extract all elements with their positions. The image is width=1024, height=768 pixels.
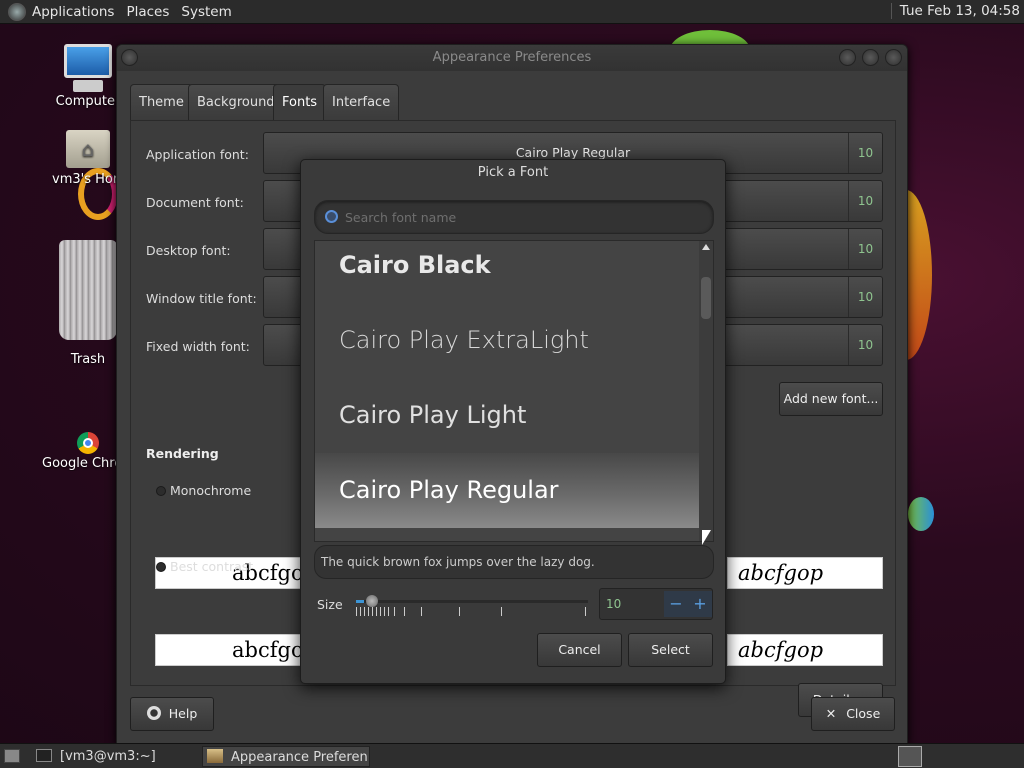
size-label: Size xyxy=(317,597,343,612)
menu-system[interactable]: System xyxy=(181,4,231,20)
best-contrast-preview-left: abcfgop xyxy=(155,634,317,666)
tab-interface[interactable]: Interface xyxy=(323,84,400,120)
show-desktop-icon[interactable] xyxy=(4,749,20,763)
font-size: 10 xyxy=(848,325,882,365)
slider-fill xyxy=(356,600,364,603)
window-menu-button[interactable] xyxy=(121,49,138,66)
scroll-thumb[interactable] xyxy=(701,277,711,319)
desktop-font-label: Desktop font: xyxy=(146,243,231,258)
window-title-font-label: Window title font: xyxy=(146,291,257,306)
best-contrast-radio[interactable] xyxy=(156,562,166,572)
slider-handle[interactable] xyxy=(366,595,378,607)
select-button[interactable]: Select xyxy=(628,633,713,667)
size-slider[interactable] xyxy=(356,590,588,620)
font-list-item[interactable]: Cairo Play Light xyxy=(315,378,700,453)
size-spinbutton[interactable]: 10 − + xyxy=(599,588,713,620)
desktop-icon-label: vm3's Home xyxy=(52,172,116,187)
task-label: Appearance Preferen... xyxy=(231,750,370,765)
pick-a-font-dialog: Pick a Font Search font name Cairo Black… xyxy=(300,159,726,684)
font-name: Cairo Play Regular xyxy=(515,145,631,160)
font-size: 10 xyxy=(848,229,882,269)
application-font-label: Application font: xyxy=(146,147,249,162)
slider-track xyxy=(356,600,588,603)
search-placeholder: Search font name xyxy=(345,210,457,225)
home-folder-icon: ⌂ xyxy=(66,130,110,168)
font-list-item[interactable]: Cairo Play ExtraLight xyxy=(315,303,700,378)
mouse-cursor-icon xyxy=(702,530,711,545)
close-window-button[interactable] xyxy=(885,49,902,66)
best-contrast-label: Best contrast xyxy=(170,559,254,574)
desktop-icon-label: Google Chrome xyxy=(42,456,118,471)
help-icon xyxy=(146,706,161,720)
size-value[interactable]: 10 xyxy=(606,597,621,611)
add-new-font-button[interactable]: Add new font... xyxy=(779,382,883,416)
document-font-label: Document font: xyxy=(146,195,244,210)
scroll-up-arrow-icon[interactable] xyxy=(702,244,710,250)
fixed-width-font-label: Fixed width font: xyxy=(146,339,250,354)
decrease-size-button[interactable]: − xyxy=(664,591,688,617)
slider-ticks xyxy=(356,607,390,616)
monochrome-label: Monochrome xyxy=(170,483,252,498)
search-font-input[interactable]: Search font name xyxy=(314,200,714,234)
slider-ticks xyxy=(394,607,594,616)
font-size: 10 xyxy=(848,277,882,317)
font-size: 10 xyxy=(848,133,882,173)
workspace-switcher-icon[interactable] xyxy=(898,746,922,767)
font-list-item-selected[interactable]: Cairo Play Regular xyxy=(315,453,700,528)
monochrome-radio[interactable] xyxy=(156,486,166,496)
font-size: 10 xyxy=(848,181,882,221)
minimize-button[interactable] xyxy=(839,49,856,66)
chrome-icon xyxy=(77,432,99,454)
taskbar-appearance-preferences[interactable]: Appearance Preferen... xyxy=(202,746,370,767)
tab-theme[interactable]: Theme xyxy=(130,84,193,120)
close-icon: ✕ xyxy=(825,706,837,721)
taskbar-terminal[interactable]: [vm3@vm3:~] xyxy=(36,746,196,767)
increase-size-button[interactable]: + xyxy=(688,591,712,617)
bottom-taskbar: [vm3@vm3:~] Appearance Preferen... xyxy=(0,743,1024,768)
gnome-foot-icon[interactable] xyxy=(8,2,26,21)
top-panel: Applications Places System Tue Feb 13, 0… xyxy=(0,0,1024,24)
computer-icon xyxy=(64,44,112,78)
help-label: Help xyxy=(168,706,198,721)
computer-stand-icon xyxy=(73,80,103,92)
best-contrast-preview-right: abcfgop xyxy=(727,634,883,666)
tab-background[interactable]: Background xyxy=(188,84,284,120)
font-preview-sample[interactable]: The quick brown fox jumps over the lazy … xyxy=(314,545,714,579)
help-button[interactable]: Help xyxy=(130,697,214,731)
background-blob xyxy=(908,497,934,531)
font-list-scrollbar[interactable] xyxy=(699,241,713,541)
font-list-item[interactable]: Cairo Black xyxy=(315,241,700,303)
close-button[interactable]: ✕ Close xyxy=(811,697,895,731)
rendering-heading: Rendering xyxy=(146,446,219,461)
font-list[interactable]: Cairo Black Cairo Play ExtraLight Cairo … xyxy=(314,240,714,542)
search-icon xyxy=(325,210,338,223)
monochrome-preview-right: abcfgop xyxy=(727,557,883,589)
maximize-button[interactable] xyxy=(862,49,879,66)
window-title[interactable]: Appearance Preferences xyxy=(117,45,907,71)
terminal-icon xyxy=(36,749,52,762)
dialog-title[interactable]: Pick a Font xyxy=(301,160,725,186)
menu-applications[interactable]: Applications xyxy=(32,4,114,20)
task-label: [vm3@vm3:~] xyxy=(60,749,156,764)
appearance-icon xyxy=(207,749,223,763)
trash-icon xyxy=(59,240,117,340)
clock[interactable]: Tue Feb 13, 04:58 xyxy=(890,3,1020,19)
close-label: Close xyxy=(846,706,881,721)
cancel-button[interactable]: Cancel xyxy=(537,633,622,667)
menu-places[interactable]: Places xyxy=(126,4,169,20)
tab-fonts[interactable]: Fonts xyxy=(273,84,327,120)
